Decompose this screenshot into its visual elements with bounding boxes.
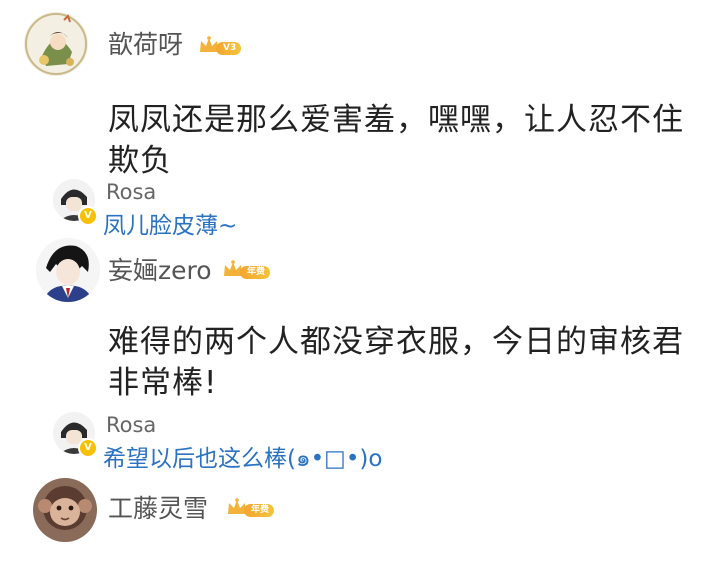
reply-text: 凤儿脸皮薄~ (103, 213, 238, 239)
comment-text: 难得的两个人都没穿衣服，今日的审核君非常棒! (108, 324, 684, 401)
avatar[interactable] (36, 238, 100, 302)
username[interactable]: 工藤灵雪 (108, 494, 208, 524)
avatar[interactable] (33, 478, 97, 542)
username[interactable]: 妄婳zero (108, 256, 212, 286)
reply-text: 希望以后也这么棒(๑•□•)о (103, 446, 383, 472)
reply-username[interactable]: Rosa (106, 180, 156, 204)
cartoon-girl-avatar-icon (24, 12, 88, 76)
avatar[interactable] (24, 12, 88, 76)
monkey-avatar-icon (33, 478, 97, 542)
anime-boy-avatar-icon (36, 238, 100, 302)
verified-icon: V (78, 206, 98, 226)
comment-text: 凤凤还是那么爱害羞，嘿嘿，让人忍不住欺负 (108, 102, 684, 179)
username[interactable]: 歆荷呀 (108, 30, 183, 60)
member-badge: 年费 (222, 258, 271, 280)
verified-icon: V (78, 438, 98, 458)
member-badge: V3 (198, 34, 242, 56)
badge-label: 年费 (240, 266, 271, 279)
member-badge: 年费 (226, 496, 275, 518)
reply-username[interactable]: Rosa (106, 413, 156, 437)
badge-label: V3 (216, 42, 242, 55)
badge-label: 年费 (244, 504, 275, 517)
